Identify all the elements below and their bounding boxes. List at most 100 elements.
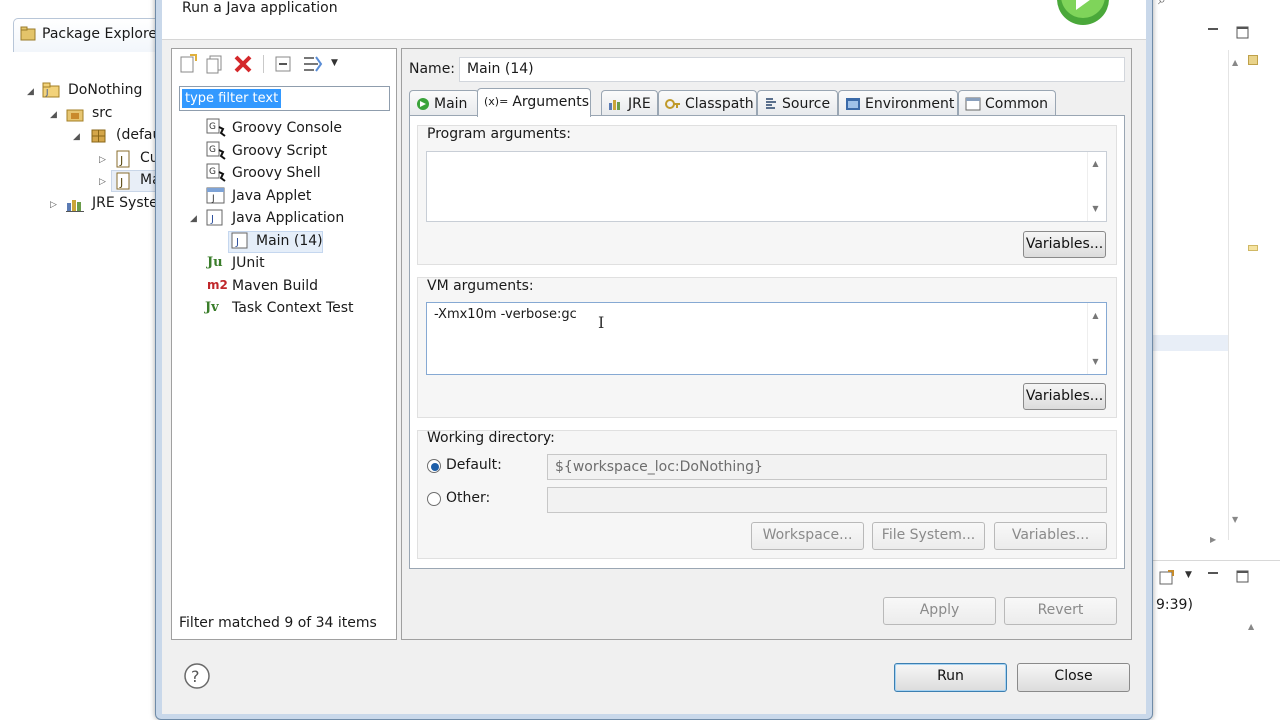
dialog-header-text: Run a Java application [182, 0, 338, 16]
source-tab-icon [764, 97, 778, 111]
help-icon[interactable]: ? [184, 663, 210, 689]
revert-button[interactable]: Revert [1004, 597, 1117, 625]
default-directory-field: ${workspace_loc:DoNothing} [547, 454, 1107, 480]
workspace-button[interactable]: Workspace... [751, 522, 864, 550]
java-file-icon: J [114, 172, 132, 190]
default-radio-label[interactable]: Default: [446, 457, 502, 473]
minimize-icon[interactable] [1206, 566, 1220, 580]
run-button[interactable]: Run [894, 663, 1007, 692]
vm-arguments-text[interactable]: -Xmx10m -verbose:gc [434, 307, 577, 322]
maven-icon: m2 [207, 278, 228, 292]
tab-arguments[interactable]: (x)= Arguments [477, 88, 591, 117]
other-radio[interactable] [427, 492, 441, 506]
config-type-groovy-console[interactable]: Groovy Console [232, 120, 342, 136]
other-directory-field [547, 487, 1107, 513]
view-menu-icon[interactable] [1158, 569, 1176, 587]
config-type-task-context-test[interactable]: Task Context Test [232, 300, 354, 316]
tab-source-label: Source [782, 96, 831, 112]
package-explorer-icon [20, 26, 36, 42]
tab-classpath[interactable]: Classpath [658, 90, 757, 116]
program-arguments-textarea[interactable] [426, 151, 1107, 222]
junit-icon: Ju [207, 255, 223, 270]
config-type-java-applet[interactable]: Java Applet [232, 188, 311, 204]
tree-collapsed-icon[interactable]: ▷ [99, 155, 106, 165]
right-toolbar-fragment: ⌕ [1158, 0, 1166, 8]
svg-text:G: G [209, 145, 216, 155]
tab-main-label: Main [434, 96, 468, 112]
new-config-icon[interactable] [178, 54, 200, 76]
overview-ruler-mark [1248, 245, 1258, 251]
tab-environment[interactable]: Environment [838, 90, 958, 116]
name-field[interactable]: Main (14) [459, 57, 1125, 82]
tab-classpath-label: Classpath [685, 96, 754, 112]
config-type-java-application[interactable]: Java Application [232, 210, 344, 226]
duplicate-config-icon[interactable] [205, 54, 227, 76]
config-type-maven-build[interactable]: Maven Build [232, 278, 318, 294]
delete-config-icon[interactable] [233, 54, 255, 76]
tree-collapsed-icon[interactable]: ▷ [99, 177, 106, 187]
tree-item-project[interactable]: DoNothing [68, 82, 142, 98]
scroll-down-arrow-icon[interactable]: ▼ [1087, 204, 1104, 213]
tab-environment-label: Environment [865, 96, 955, 112]
maximize-icon[interactable] [1236, 570, 1250, 584]
filter-config-icon[interactable] [302, 54, 324, 76]
config-type-groovy-shell[interactable]: Groovy Shell [232, 165, 321, 181]
scroll-down-arrow-icon[interactable]: ▼ [1087, 357, 1104, 366]
filter-status-text: Filter matched 9 of 34 items [179, 615, 377, 631]
radio-selected-dot [431, 463, 439, 471]
scroll-down-arrow-icon[interactable]: ▼ [1232, 515, 1238, 524]
svg-text:J: J [45, 88, 48, 97]
chevron-down-icon[interactable]: ▼ [331, 58, 338, 68]
vm-arguments-variables-button[interactable]: Variables... [1023, 383, 1106, 410]
java-application-icon: J [206, 209, 226, 227]
scroll-up-arrow-icon[interactable]: ▲ [1087, 159, 1104, 168]
right-scrollbar[interactable] [1228, 50, 1246, 540]
chevron-down-icon[interactable]: ▼ [1185, 570, 1192, 580]
scroll-right-arrow-icon[interactable]: ▶ [1210, 535, 1216, 544]
java-file-icon: J [114, 150, 132, 168]
name-label: Name: [409, 61, 456, 77]
minimize-icon[interactable] [1206, 22, 1220, 36]
svg-text:J: J [235, 237, 239, 248]
svg-text:G: G [209, 122, 216, 132]
package-explorer-label: Package Explorer [42, 26, 163, 42]
svg-text:?: ? [191, 667, 200, 686]
tree-expand-icon[interactable]: ◢ [27, 87, 34, 97]
vm-arguments-label: VM arguments: [427, 278, 534, 294]
tab-jre[interactable]: JRE [601, 90, 658, 116]
tab-common[interactable]: Common [958, 90, 1056, 116]
scroll-up-arrow-icon[interactable]: ▲ [1232, 58, 1238, 67]
collapse-all-icon[interactable] [273, 54, 295, 76]
tab-source[interactable]: Source [757, 90, 838, 116]
filter-input-text[interactable]: type filter text [182, 89, 282, 108]
file-system-button[interactable]: File System... [872, 522, 985, 550]
tree-item-src[interactable]: src [92, 105, 112, 121]
maximize-icon[interactable] [1236, 26, 1250, 40]
toolbar-separator [263, 55, 264, 73]
tree-expand-icon[interactable]: ◢ [50, 110, 57, 120]
default-radio[interactable] [427, 459, 441, 473]
working-directory-label: Working directory: [427, 430, 555, 446]
run-banner-icon [1056, 0, 1112, 30]
working-dir-variables-button[interactable]: Variables... [994, 522, 1107, 550]
other-radio-label[interactable]: Other: [446, 490, 490, 506]
console-partial-text: 9:39) [1156, 597, 1193, 613]
apply-button[interactable]: Apply [883, 597, 996, 625]
config-type-junit[interactable]: JUnit [232, 255, 265, 271]
config-main-14[interactable]: Main (14) [256, 233, 323, 249]
jre-tab-icon [608, 97, 624, 111]
scroll-up-arrow-icon[interactable]: ▲ [1248, 622, 1254, 631]
tree-collapsed-icon[interactable]: ▷ [50, 200, 57, 210]
program-arguments-variables-button[interactable]: Variables... [1023, 231, 1106, 258]
close-button[interactable]: Close [1017, 663, 1130, 692]
config-type-groovy-script[interactable]: Groovy Script [232, 143, 327, 159]
environment-tab-icon [845, 97, 861, 111]
tab-jre-label: JRE [628, 96, 651, 112]
tree-expand-icon[interactable]: ◢ [73, 132, 80, 142]
tree-expand-icon[interactable]: ◢ [190, 214, 197, 224]
java-application-icon: J [231, 232, 251, 250]
scroll-up-arrow-icon[interactable]: ▲ [1087, 311, 1104, 320]
tab-main[interactable]: Main [409, 90, 479, 116]
svg-text:J: J [119, 154, 123, 167]
task-context-test-icon: Jv [205, 300, 219, 315]
